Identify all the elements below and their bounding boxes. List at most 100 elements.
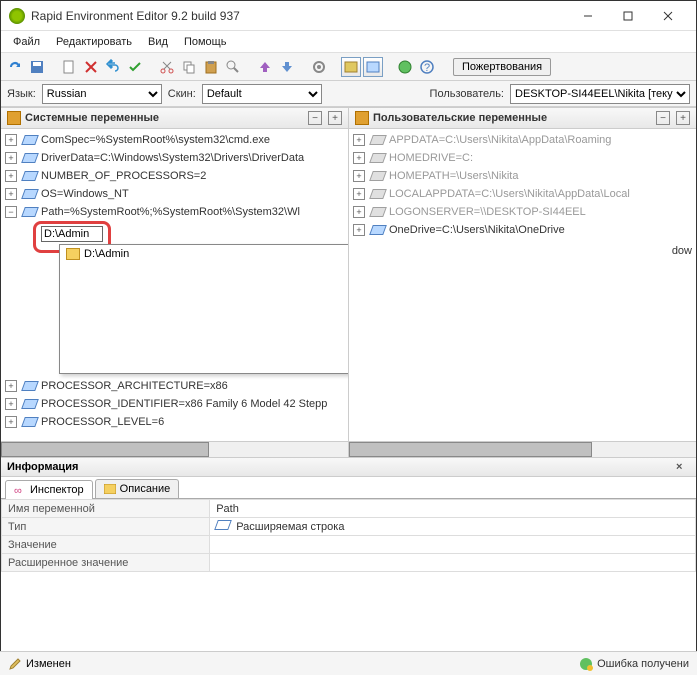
collapse-icon[interactable]: − (308, 111, 322, 125)
h-scrollbar[interactable] (1, 441, 348, 457)
skin-label: Скин: (168, 88, 196, 100)
app-icon (9, 8, 25, 24)
system-pane-icon (7, 111, 21, 125)
system-tree[interactable]: ComSpec=%SystemRoot%\system32\cmd.exe Dr… (1, 129, 348, 441)
tag-icon (21, 135, 39, 145)
toolbar: ? Пожертвования (1, 53, 696, 81)
lang-label: Язык: (7, 88, 36, 100)
tree-node[interactable]: HOMEDRIVE=C: (349, 149, 696, 167)
prop-label: Имя переменной (2, 500, 210, 518)
tag-icon (369, 207, 387, 217)
tab-inspector[interactable]: ∞Инспектор (5, 480, 93, 499)
user-pane-icon (355, 111, 369, 125)
user-label: Пользователь: (430, 88, 504, 100)
copy-icon[interactable] (179, 57, 199, 77)
new-icon[interactable] (59, 57, 79, 77)
tree-node[interactable]: ComSpec=%SystemRoot%\system32\cmd.exe (1, 131, 348, 149)
tree-node[interactable]: NUMBER_OF_PROCESSORS=2 (1, 167, 348, 185)
prop-label: Тип (2, 518, 210, 536)
help-icon[interactable]: ? (417, 57, 437, 77)
tree-node[interactable]: OS=Windows_NT (1, 185, 348, 203)
status-left: Изменен (26, 658, 71, 670)
clipped-text: dow (672, 245, 692, 257)
prop-value (210, 554, 696, 572)
check-icon[interactable] (125, 57, 145, 77)
titlebar: Rapid Environment Editor 9.2 build 937 (1, 1, 696, 31)
status-right: Ошибка получени (597, 658, 689, 670)
donate-button[interactable]: Пожертвования (453, 58, 551, 76)
tag-icon (21, 171, 39, 181)
close-panel-icon[interactable]: × (676, 461, 690, 473)
save-icon[interactable] (27, 57, 47, 77)
prop-value: Расширяемая строка (210, 518, 696, 536)
user-pane-title: Пользовательские переменные (373, 112, 650, 124)
tag-icon (21, 399, 39, 409)
info-header: Информация × (1, 457, 696, 477)
tree-node[interactable]: Path=%SystemRoot%;%SystemRoot%\System32\… (1, 203, 348, 221)
panel1-icon[interactable] (341, 57, 361, 77)
undo-icon[interactable] (103, 57, 123, 77)
tree-node[interactable]: DriverData=C:\Windows\System32\Drivers\D… (1, 149, 348, 167)
find-icon[interactable] (223, 57, 243, 77)
tag-icon (369, 171, 387, 181)
svg-text:?: ? (424, 62, 430, 74)
tree-node[interactable]: LOGONSERVER=\\DESKTOP-SI44EEL (349, 203, 696, 221)
tree-node[interactable]: APPDATA=C:\Users\Nikita\AppData\Roaming (349, 131, 696, 149)
panel2-icon[interactable] (363, 57, 383, 77)
expand-icon[interactable]: + (676, 111, 690, 125)
info-tabs: ∞Инспектор Описание (1, 477, 696, 499)
tag-icon (21, 381, 39, 391)
lang-select[interactable]: Russian (42, 84, 162, 104)
tree-node[interactable]: PROCESSOR_IDENTIFIER=x86 Family 6 Model … (1, 395, 348, 413)
pencil-icon (8, 657, 22, 671)
window-title: Rapid Environment Editor 9.2 build 937 (31, 9, 568, 23)
prop-label: Значение (2, 536, 210, 554)
menu-view[interactable]: Вид (140, 33, 176, 51)
maximize-button[interactable] (608, 3, 648, 29)
down-icon[interactable] (277, 57, 297, 77)
h-scrollbar[interactable] (349, 441, 696, 457)
tag-icon (21, 189, 39, 199)
panes: Системные переменные − + ComSpec=%System… (1, 107, 696, 457)
tab-description[interactable]: Описание (95, 479, 180, 498)
user-pane: Пользовательские переменные − + APPDATA=… (349, 107, 696, 457)
delete-icon[interactable] (81, 57, 101, 77)
tag-icon (21, 207, 39, 217)
statusbar: Изменен Ошибка получени (0, 651, 697, 675)
tag-icon (21, 153, 39, 163)
user-select[interactable]: DESKTOP-SI44EEL\Nikita [текущ (510, 84, 690, 104)
tag-icon (369, 225, 387, 235)
refresh-icon[interactable] (5, 57, 25, 77)
collapse-icon[interactable]: − (656, 111, 670, 125)
menu-help[interactable]: Помощь (176, 33, 235, 51)
up-icon[interactable] (255, 57, 275, 77)
dropdown-item[interactable]: D:\Admin (60, 245, 348, 263)
tree-node[interactable]: LOCALAPPDATA=C:\Users\Nikita\AppData\Loc… (349, 185, 696, 203)
tag-icon (369, 135, 387, 145)
menubar: Файл Редактировать Вид Помощь (1, 31, 696, 53)
autocomplete-dropdown[interactable]: D:\Admin (59, 244, 348, 374)
system-pane-title: Системные переменные (25, 112, 302, 124)
tree-node[interactable]: HOMEPATH=\Users\Nikita (349, 167, 696, 185)
settings-icon[interactable] (309, 57, 329, 77)
paste-icon[interactable] (201, 57, 221, 77)
prop-label: Расширенное значение (2, 554, 210, 572)
skin-select[interactable]: Default (202, 84, 322, 104)
menu-file[interactable]: Файл (5, 33, 48, 51)
menu-edit[interactable]: Редактировать (48, 33, 140, 51)
langbar: Язык: Russian Скин: Default Пользователь… (1, 81, 696, 107)
close-button[interactable] (648, 3, 688, 29)
prop-value (210, 536, 696, 554)
minimize-button[interactable] (568, 3, 608, 29)
web-icon[interactable] (395, 57, 415, 77)
folder-icon (66, 248, 80, 260)
user-tree[interactable]: APPDATA=C:\Users\Nikita\AppData\Roaming … (349, 129, 696, 441)
tree-node[interactable]: PROCESSOR_ARCHITECTURE=x86 (1, 377, 348, 395)
tag-icon (369, 153, 387, 163)
path-edit-input[interactable] (41, 226, 103, 242)
tree-node[interactable]: PROCESSOR_LEVEL=6 (1, 413, 348, 431)
prop-value: Path (210, 500, 696, 518)
expand-icon[interactable]: + (328, 111, 342, 125)
tree-node[interactable]: OneDrive=C:\Users\Nikita\OneDrive (349, 221, 696, 239)
cut-icon[interactable] (157, 57, 177, 77)
